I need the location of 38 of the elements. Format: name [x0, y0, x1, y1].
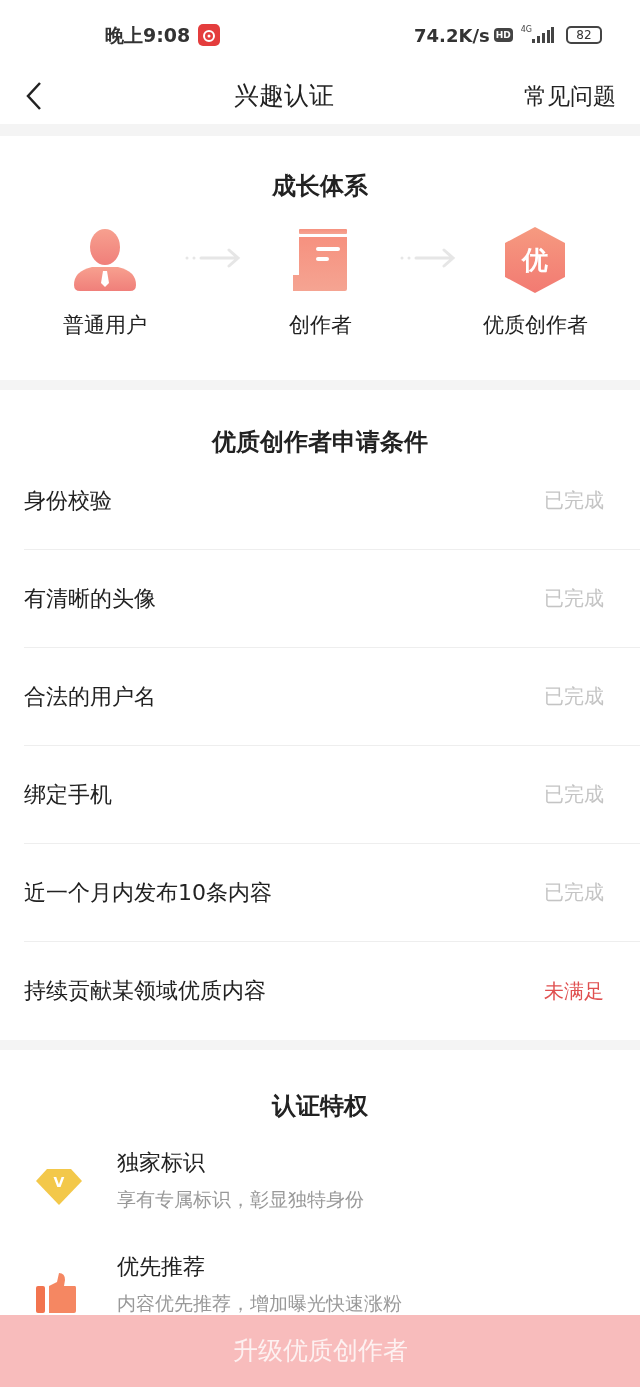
battery-indicator: 82 [566, 26, 602, 44]
section-title: 成长体系 [272, 171, 368, 202]
privilege-title: 独家标识 [117, 1148, 206, 1177]
condition-label: 身份校验 [24, 486, 113, 515]
faq-link[interactable]: 常见问题 [524, 78, 616, 114]
condition-label: 有清晰的头像 [24, 584, 157, 613]
hd-indicator: HD [493, 28, 513, 42]
arrow-icon [398, 248, 457, 268]
app-notification-icon [198, 24, 221, 46]
page-title: 兴趣认证 [234, 80, 334, 113]
condition-status: 已完成 [544, 585, 604, 612]
arrow-icon [183, 248, 242, 268]
privilege-title: 优先推荐 [117, 1252, 206, 1281]
back-icon[interactable] [24, 81, 44, 111]
section-title: 优质创作者申请条件 [212, 426, 428, 458]
condition-status: 已完成 [544, 683, 604, 710]
network-type: 4G [520, 24, 532, 36]
privilege-description: 内容优先推荐，增加曝光快速涨粉 [117, 1290, 402, 1316]
diamond-badge: V [35, 1167, 83, 1206]
condition-label: 绑定手机 [24, 780, 113, 809]
step-label: 优质创作者 [482, 312, 588, 339]
condition-label: 持续贡献某领域优质内容 [24, 977, 267, 1005]
signal-icon [532, 27, 554, 43]
condition-status: 已完成 [544, 879, 604, 906]
section-title: 认证特权 [272, 1090, 368, 1122]
condition-status: 已完成 [544, 487, 604, 514]
thumbs-up-icon [35, 1271, 77, 1314]
condition-status: 未满足 [544, 977, 604, 1005]
person-icon [72, 227, 138, 293]
condition-label: 近一个月内发布10条内容 [24, 878, 273, 907]
hexagon-badge: 优 [502, 225, 568, 295]
status-time: 晚上9:08 [105, 22, 191, 48]
step-label: 普通用户 [63, 312, 147, 339]
privilege-description: 享有专属标识，彰显独特身份 [117, 1186, 364, 1212]
condition-label: 合法的用户名 [24, 682, 157, 711]
network-speed: 74.2K/s [414, 23, 490, 48]
condition-status: 已完成 [544, 781, 604, 808]
step-label: 创作者 [288, 312, 352, 339]
